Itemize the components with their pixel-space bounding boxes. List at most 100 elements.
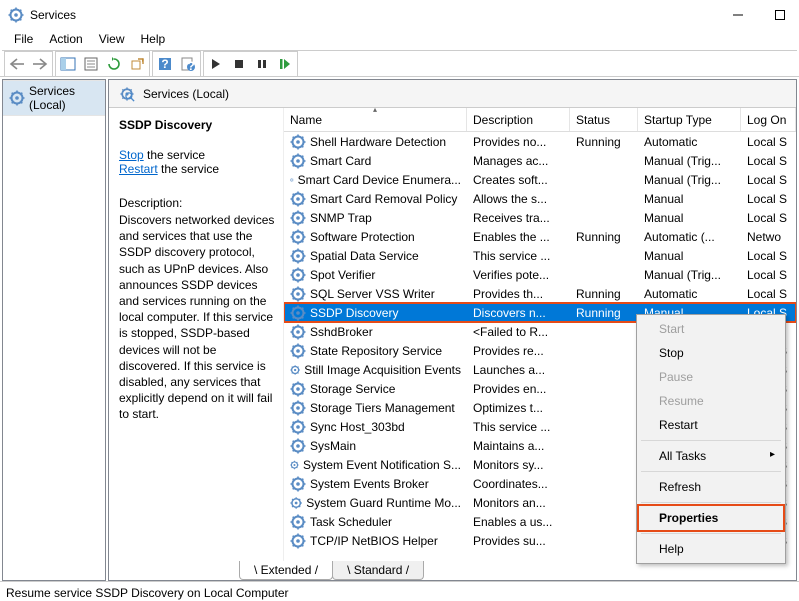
service-row[interactable]: Spot VerifierVerifies pote...Manual (Tri… bbox=[284, 265, 796, 284]
gear-icon bbox=[290, 381, 306, 397]
service-desc: Discovers n... bbox=[467, 306, 570, 320]
service-start-button[interactable] bbox=[205, 53, 227, 75]
service-status: Running bbox=[570, 306, 638, 320]
maximize-button[interactable] bbox=[773, 8, 787, 22]
context-menu-item[interactable]: Properties bbox=[639, 506, 783, 530]
service-startup: Manual bbox=[638, 211, 741, 225]
service-desc: Monitors sy... bbox=[467, 458, 570, 472]
service-pause-button[interactable] bbox=[251, 53, 273, 75]
service-stop-button[interactable] bbox=[228, 53, 250, 75]
tab-standard[interactable]: \ Standard / bbox=[332, 561, 424, 580]
service-desc: Provides en... bbox=[467, 382, 570, 396]
menu-action[interactable]: Action bbox=[41, 30, 90, 49]
service-startup: Manual bbox=[638, 192, 741, 206]
gear-icon bbox=[290, 210, 306, 226]
service-desc: Receives tra... bbox=[467, 211, 570, 225]
col-name[interactable]: Name bbox=[284, 108, 467, 131]
properties-button[interactable] bbox=[80, 53, 102, 75]
context-menu-item[interactable]: All Tasks bbox=[639, 444, 783, 468]
service-status: Running bbox=[570, 287, 638, 301]
service-row[interactable]: Smart Card Device Enumera...Creates soft… bbox=[284, 170, 796, 189]
service-startup: Automatic bbox=[638, 135, 741, 149]
service-row[interactable]: Spatial Data ServiceThis service ...Manu… bbox=[284, 246, 796, 265]
service-row[interactable]: Shell Hardware DetectionProvides no...Ru… bbox=[284, 132, 796, 151]
tree-services-local[interactable]: Services (Local) bbox=[3, 80, 105, 116]
service-startup: Manual (Trig... bbox=[638, 154, 741, 168]
service-logon: Local S bbox=[741, 211, 796, 225]
search-gear-icon bbox=[119, 86, 135, 102]
service-startup: Automatic bbox=[638, 287, 741, 301]
gear-icon bbox=[290, 324, 306, 340]
service-name: Sync Host_303bd bbox=[310, 420, 405, 434]
service-desc: Launches a... bbox=[467, 363, 570, 377]
service-name: Smart Card bbox=[310, 154, 371, 168]
gear-icon bbox=[290, 153, 306, 169]
service-startup: Manual (Trig... bbox=[638, 173, 741, 187]
service-row[interactable]: SNMP Trap Receives tra... ManualLocal S bbox=[284, 208, 796, 227]
detail-pane: SSDP Discovery Stop the service Restart … bbox=[109, 108, 284, 580]
service-status: Running bbox=[570, 135, 638, 149]
refresh-button[interactable] bbox=[103, 53, 125, 75]
service-name: Shell Hardware Detection bbox=[310, 135, 446, 149]
export-button[interactable] bbox=[126, 53, 148, 75]
service-desc: Manages ac... bbox=[467, 154, 570, 168]
menu-bar: File Action View Help bbox=[0, 30, 799, 50]
stop-service-link[interactable]: Stop bbox=[119, 148, 144, 162]
service-name: SNMP Trap bbox=[310, 211, 372, 225]
help-button[interactable]: ? bbox=[154, 53, 176, 75]
service-name: Spatial Data Service bbox=[310, 249, 419, 263]
menu-file[interactable]: File bbox=[6, 30, 41, 49]
context-menu-item: Resume bbox=[639, 389, 783, 413]
gear-icon bbox=[290, 400, 306, 416]
gear-icon bbox=[290, 267, 306, 283]
minimize-button[interactable] bbox=[731, 8, 745, 22]
context-menu-item[interactable]: Help bbox=[639, 537, 783, 561]
window-title: Services bbox=[30, 8, 731, 22]
description-text: Discovers networked devices and services… bbox=[119, 212, 279, 422]
service-desc: This service ... bbox=[467, 420, 570, 434]
restart-service-link[interactable]: Restart bbox=[119, 162, 158, 176]
context-menu-item[interactable]: Refresh bbox=[639, 475, 783, 499]
service-logon: Local S bbox=[741, 287, 796, 301]
col-status[interactable]: Status bbox=[570, 108, 638, 131]
service-name: Task Scheduler bbox=[310, 515, 392, 529]
service-restart-button[interactable] bbox=[274, 53, 296, 75]
service-row[interactable]: Smart Card Removal PolicyAllows the s...… bbox=[284, 189, 796, 208]
gear-icon bbox=[290, 362, 300, 378]
service-logon: Local S bbox=[741, 173, 796, 187]
gear-icon bbox=[290, 248, 306, 264]
service-name: System Events Broker bbox=[310, 477, 429, 491]
service-row[interactable]: SQL Server VSS WriterProvides th...Runni… bbox=[284, 284, 796, 303]
service-desc: Verifies pote... bbox=[467, 268, 570, 282]
service-name: State Repository Service bbox=[310, 344, 442, 358]
col-startup-type[interactable]: Startup Type bbox=[638, 108, 741, 131]
col-description[interactable]: Description bbox=[467, 108, 570, 131]
show-hide-tree-button[interactable] bbox=[57, 53, 79, 75]
service-row[interactable]: Smart Card Manages ac... Manual (Trig...Lo… bbox=[284, 151, 796, 170]
menu-help[interactable]: Help bbox=[133, 30, 174, 49]
context-menu: StartStopPauseResumeRestart All Tasks Refr… bbox=[636, 314, 786, 564]
col-log-on-as[interactable]: Log On bbox=[741, 108, 796, 131]
console-tree[interactable]: Services (Local) bbox=[2, 79, 106, 581]
service-name: SSDP Discovery bbox=[310, 306, 398, 320]
menu-view[interactable]: View bbox=[91, 30, 133, 49]
tab-extended[interactable]: \ Extended / bbox=[239, 561, 333, 580]
service-startup: Manual (Trig... bbox=[638, 268, 741, 282]
back-button[interactable] bbox=[6, 53, 28, 75]
right-pane-title: Services (Local) bbox=[143, 87, 229, 101]
service-logon: Local S bbox=[741, 154, 796, 168]
service-desc: <Failed to R... bbox=[467, 325, 570, 339]
service-name: System Event Notification S... bbox=[303, 458, 461, 472]
context-menu-item[interactable]: Restart bbox=[639, 413, 783, 437]
context-menu-item: Start bbox=[639, 317, 783, 341]
service-name: TCP/IP NetBIOS Helper bbox=[310, 534, 438, 548]
context-menu-item[interactable]: Stop bbox=[639, 341, 783, 365]
gear-icon bbox=[290, 191, 306, 207]
service-desc: Provides su... bbox=[467, 534, 570, 548]
service-name: Software Protection bbox=[310, 230, 415, 244]
service-row[interactable]: Software ProtectionEnables the ...Runnin… bbox=[284, 227, 796, 246]
service-logon: Local S bbox=[741, 192, 796, 206]
forward-button[interactable] bbox=[29, 53, 51, 75]
help-page-button[interactable]: ? bbox=[177, 53, 199, 75]
context-menu-item: Pause bbox=[639, 365, 783, 389]
